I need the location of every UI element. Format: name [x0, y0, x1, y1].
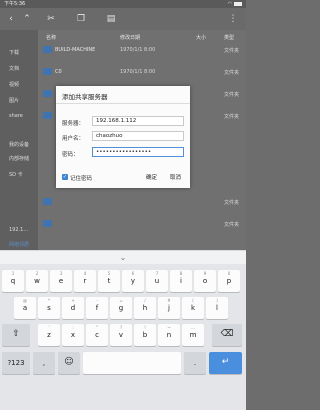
wifi-icon: ◠ — [227, 1, 232, 7]
folder-icon — [43, 68, 52, 75]
toolbar: ‹ ⌃ ✂ ❐ ▤ ⋮ — [0, 8, 246, 30]
sidebar-item-downloads[interactable]: 下载 — [9, 49, 19, 56]
key-t[interactable]: 5t — [98, 270, 120, 292]
key-k[interactable]: (k — [182, 297, 204, 319]
key-p[interactable]: 0p — [218, 270, 240, 292]
folder-icon — [43, 46, 52, 53]
username-label: 用户名： — [62, 136, 85, 142]
folder-icon — [43, 90, 52, 97]
shift-icon: ⇧ — [12, 329, 20, 339]
backspace-key[interactable]: ⌫ — [212, 324, 242, 346]
key-j[interactable]: # j — [158, 297, 180, 319]
file-name: C0 — [55, 69, 62, 75]
key-v[interactable]: ? v — [110, 324, 132, 346]
dialog-divider — [56, 103, 190, 104]
back-icon[interactable]: ‹ — [4, 12, 18, 26]
status-icons: ◠ — [228, 0, 242, 8]
password-label: 密码： — [62, 152, 79, 158]
shift-key[interactable]: ⇧ — [2, 324, 30, 346]
file-type: 文件夹 — [224, 70, 240, 76]
paste-icon[interactable]: ▤ — [104, 12, 118, 26]
key-q[interactable]: 1q — [2, 270, 24, 292]
dialog-title: 添加共享服务器 — [62, 93, 108, 101]
sidebar-item-internal-storage[interactable]: 内部存储 — [9, 155, 29, 162]
sidebar-item-server[interactable]: 192.1... — [9, 227, 28, 233]
file-date: 1970/1/1 8:00 — [120, 69, 156, 75]
list-item[interactable]: 文件夹 — [38, 214, 246, 236]
folder-icon — [43, 220, 52, 227]
enter-key[interactable]: ↵ — [209, 352, 242, 374]
sidebar-item-pictures[interactable]: 图片 — [9, 97, 19, 104]
key-f[interactable]: -f — [86, 297, 108, 319]
key-z[interactable]: ' z — [38, 324, 60, 346]
folder-icon — [43, 198, 52, 205]
key-h[interactable]: / h — [134, 297, 156, 319]
sidebar-item-share[interactable]: share — [9, 113, 23, 119]
file-name: BUILD-MACHINE — [55, 47, 96, 53]
soft-keyboard: 1q 2w 3e 4r 5t 6y 7u 8i 9o 0p @ a * s + d -… — [0, 264, 246, 410]
key-x[interactable]: :x — [62, 324, 84, 346]
username-input[interactable]: chaozhuo — [92, 131, 184, 141]
key-r[interactable]: 4r — [74, 270, 96, 292]
key-n[interactable]: ~ n — [158, 324, 180, 346]
file-date: 1970/1/1 8:00 — [120, 47, 156, 53]
file-type: 文件夹 — [224, 114, 240, 120]
remember-password-label[interactable]: 记住密码 — [70, 174, 92, 182]
server-label: 服务器： — [62, 121, 85, 127]
emoji-key[interactable]: ☺ — [58, 352, 80, 374]
list-item[interactable]: BUILD-MACHINE 1970/1/1 8:00 文件夹 — [38, 40, 246, 62]
cancel-button[interactable]: 取消 — [170, 173, 181, 181]
key-l[interactable]: ) l — [206, 297, 228, 319]
status-time: 下午5:36 — [4, 1, 26, 7]
server-input[interactable]: 192.168.1.112 — [92, 116, 184, 126]
key-period[interactable]: . — [184, 352, 206, 374]
battery-icon — [234, 2, 242, 6]
file-type: 文件夹 — [224, 222, 240, 228]
backspace-icon: ⌫ — [220, 329, 234, 339]
key-a[interactable]: @ a — [14, 297, 36, 319]
sidebar: 下载 文档 视频 图片 share 我的设备 内部存储 SD 卡 192.1..… — [0, 30, 38, 250]
key-u[interactable]: 7u — [146, 270, 168, 292]
up-icon[interactable]: ⌃ — [20, 12, 34, 26]
space-key[interactable] — [83, 352, 181, 374]
sidebar-item-documents[interactable]: 文档 — [9, 65, 19, 72]
sidebar-item-network-neighborhood[interactable]: 网络邻居 — [9, 241, 29, 248]
key-i[interactable]: 8i — [170, 270, 192, 292]
key-w[interactable]: 2w — [26, 270, 48, 292]
key-comma[interactable]: , — [33, 352, 55, 374]
chevron-down-icon[interactable]: ⌄ — [118, 253, 128, 263]
ok-button[interactable]: 确定 — [146, 173, 157, 181]
sidebar-item-videos[interactable]: 视频 — [9, 81, 19, 88]
sidebar-item-sd-card[interactable]: SD 卡 — [9, 171, 23, 178]
more-icon[interactable]: ⋮ — [226, 12, 240, 26]
file-type: 文件夹 — [224, 48, 240, 54]
key-s[interactable]: * s — [38, 297, 60, 319]
copy-icon[interactable]: ❐ — [74, 12, 88, 26]
key-d[interactable]: + d — [62, 297, 84, 319]
symbols-key[interactable]: ?123 — [2, 352, 30, 374]
keyboard-top-bar: ⌄ — [0, 250, 246, 264]
remember-password-checkbox[interactable]: ✓ — [62, 174, 68, 180]
file-type: 文件夹 — [224, 200, 240, 206]
add-share-server-dialog: 添加共享服务器 服务器： 192.168.1.112 用户名： chaozhuo… — [56, 86, 190, 188]
list-item[interactable]: C0 1970/1/1 8:00 文件夹 — [38, 62, 246, 84]
cut-icon[interactable]: ✂ — [44, 12, 58, 26]
emoji-icon: ☺ — [64, 357, 74, 367]
password-input[interactable]: ••••••••••••••••• — [92, 147, 184, 157]
folder-icon — [43, 112, 52, 119]
enter-icon: ↵ — [221, 357, 230, 367]
key-y[interactable]: 6y — [122, 270, 144, 292]
key-b[interactable]: ! b — [134, 324, 156, 346]
sidebar-item-my-devices[interactable]: 我的设备 — [9, 141, 29, 148]
key-o[interactable]: 9o — [194, 270, 216, 292]
key-e[interactable]: 3e — [50, 270, 72, 292]
list-item[interactable]: 文件夹 — [38, 192, 246, 214]
key-g[interactable]: = g — [110, 297, 132, 319]
file-type: 文件夹 — [224, 92, 240, 98]
key-c[interactable]: " c — [86, 324, 108, 346]
status-bar: 下午5:36 ◠ — [0, 0, 246, 8]
key-m[interactable]: … m — [182, 324, 204, 346]
